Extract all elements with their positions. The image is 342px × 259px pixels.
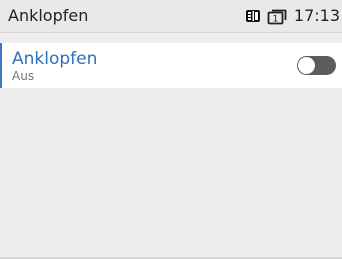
status-area: 1 17:13 [245, 6, 340, 26]
line-number-label: 1 [273, 14, 279, 24]
line-1-icon: 1 [267, 7, 289, 25]
header-bar: Anklopfen 1 17:13 [0, 0, 342, 33]
phonebook-icon [245, 8, 261, 24]
toggle-knob [298, 57, 315, 74]
clock: 17:13 [293, 6, 340, 25]
setting-title: Anklopfen [12, 49, 98, 69]
anklopfen-toggle[interactable] [297, 56, 336, 75]
screen: Anklopfen 1 17:13 Anklopfen Aus [0, 0, 342, 259]
setting-value: Aus [12, 69, 35, 83]
page-title: Anklopfen [8, 6, 89, 25]
setting-row-anklopfen[interactable]: Anklopfen Aus [0, 43, 342, 88]
